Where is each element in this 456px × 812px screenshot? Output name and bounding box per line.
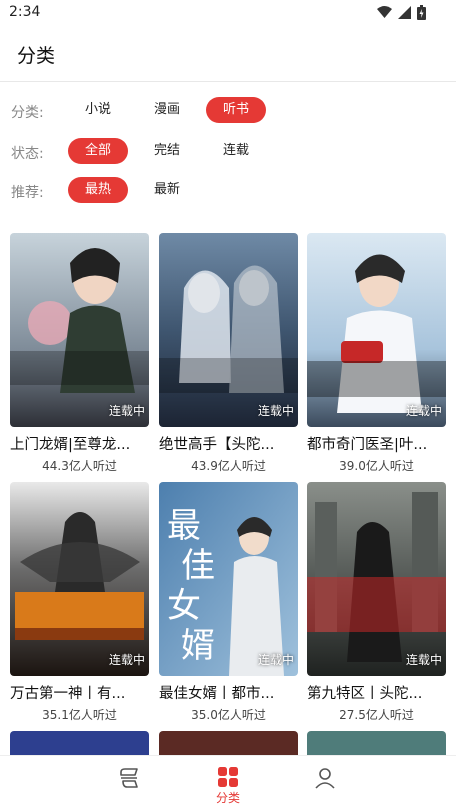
signal-icon [398, 6, 411, 19]
filter-row-recommend: 推荐: 最热 最新 [0, 175, 456, 205]
profile-icon [315, 768, 335, 789]
chip-comic[interactable]: 漫画 [137, 97, 197, 123]
bookshelf-icon [120, 768, 138, 788]
wifi-icon [377, 6, 392, 18]
filter-row-category: 分类: 小说 漫画 听书 [0, 95, 456, 125]
chip-completed[interactable]: 完结 [137, 138, 197, 164]
category-grid-icon [218, 767, 238, 787]
book-cover[interactable]: 连载中 [307, 482, 446, 676]
chip-newest[interactable]: 最新 [137, 177, 197, 203]
book-cover[interactable]: 最 佳 女 婿 连载中 [159, 482, 298, 676]
filter-label-recommend: 推荐: [11, 185, 44, 201]
cover-image [307, 233, 446, 427]
book-title[interactable]: 上门龙婿|至尊龙... [10, 433, 149, 454]
app-bar: 分类 [0, 26, 456, 82]
page-title: 分类 [17, 45, 56, 67]
listen-count: 39.0亿人听过 [339, 459, 414, 473]
cover-image [10, 482, 149, 676]
cover-image: 最 佳 女 婿 [159, 482, 298, 676]
status-icons [377, 5, 426, 20]
status-badge: 连载中 [108, 404, 145, 418]
chip-hottest[interactable]: 最热 [68, 177, 128, 203]
book-cover[interactable]: 连载中 [10, 233, 149, 427]
book-cover[interactable]: 连载中 [307, 233, 446, 427]
listen-count: 44.3亿人听过 [42, 459, 117, 473]
book-title[interactable]: 第九特区丨头陀... [307, 682, 446, 703]
status-badge: 连载中 [405, 404, 442, 418]
chip-all[interactable]: 全部 [68, 138, 128, 164]
chip-ongoing[interactable]: 连载 [206, 138, 266, 164]
svg-text:最: 最 [167, 506, 201, 546]
nav-category[interactable]: 分类 [178, 756, 278, 812]
book-cover[interactable]: 连载中 [159, 233, 298, 427]
battery-icon [417, 5, 426, 20]
chip-novel[interactable]: 小说 [68, 97, 128, 123]
svg-text:女: 女 [167, 586, 201, 626]
cover-image [10, 233, 149, 427]
cover-image [159, 233, 298, 427]
book-title[interactable]: 最佳女婿丨都市... [159, 682, 298, 703]
filter-label-category: 分类: [11, 105, 44, 121]
filter-label-status: 状态: [11, 146, 44, 162]
svg-text:婿: 婿 [181, 626, 215, 666]
nav-bookshelf[interactable] [79, 756, 179, 812]
book-title[interactable]: 万古第一神丨有... [10, 682, 149, 703]
nav-label-category: 分类 [215, 791, 240, 805]
book-cover[interactable]: 连载中 [10, 482, 149, 676]
book-title[interactable]: 绝世高手【头陀... [159, 433, 298, 454]
bottom-nav: 分类 [0, 755, 456, 811]
listen-count: 35.0亿人听过 [191, 708, 266, 722]
book-title[interactable]: 都市奇门医圣|叶... [307, 433, 446, 454]
status-time: 2:34 [9, 4, 41, 20]
status-badge: 连载中 [257, 653, 294, 667]
filter-row-status: 状态: 全部 完结 连载 [0, 136, 456, 166]
cover-image [307, 482, 446, 676]
svg-text:佳: 佳 [181, 546, 215, 586]
status-bar: 2:34 [0, 0, 456, 26]
listen-count: 27.5亿人听过 [339, 708, 414, 722]
status-badge: 连载中 [257, 404, 294, 418]
nav-profile[interactable] [275, 756, 375, 812]
status-badge: 连载中 [108, 653, 145, 667]
listen-count: 35.1亿人听过 [42, 708, 117, 722]
status-badge: 连载中 [405, 653, 442, 667]
listen-count: 43.9亿人听过 [191, 459, 266, 473]
chip-audiobook[interactable]: 听书 [206, 97, 266, 123]
